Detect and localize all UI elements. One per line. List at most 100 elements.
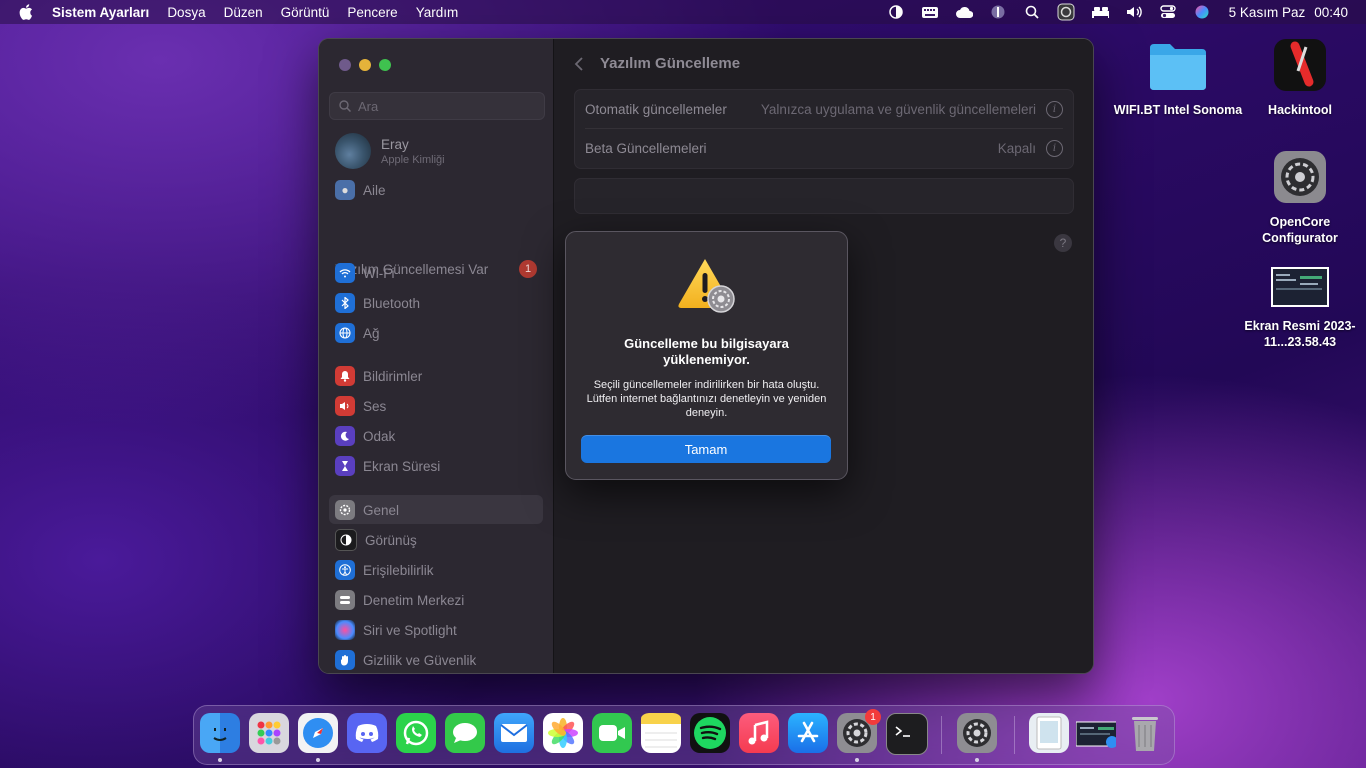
menu-view[interactable]: Görüntü: [281, 5, 330, 20]
control-center-icon[interactable]: [1159, 5, 1177, 19]
sidebar-item-sound[interactable]: Ses: [335, 395, 386, 417]
dock-safari-icon[interactable]: [298, 713, 338, 753]
vpn-icon[interactable]: [989, 5, 1007, 19]
dock-screenshot-file-icon[interactable]: [1076, 713, 1116, 753]
page-title: Yazılım Güncelleme: [600, 55, 741, 72]
network-globe-icon: [335, 323, 355, 343]
sidebar-item-bluetooth[interactable]: Bluetooth: [335, 292, 420, 314]
back-chevron-icon[interactable]: [574, 56, 584, 72]
dock-whatsapp-icon[interactable]: [396, 713, 436, 753]
help-button[interactable]: ?: [1054, 234, 1072, 252]
sidebar-item-label: Odak: [363, 428, 396, 444]
volume-icon[interactable]: [1125, 5, 1143, 19]
menu-window[interactable]: Pencere: [347, 5, 397, 20]
apple-menu-icon[interactable]: [18, 4, 34, 20]
desktop-folder-wifi-bt[interactable]: WIFI.BT Intel Sonoma: [1113, 38, 1243, 118]
dialog-title: Güncelleme bu bilgisayara yüklenemiyor.: [624, 336, 789, 367]
spotlight-search-icon[interactable]: [1023, 5, 1041, 19]
sidebar-item-family[interactable]: ● Aile: [335, 179, 386, 201]
maximize-button[interactable]: [379, 59, 391, 71]
hand-icon: [335, 650, 355, 670]
desktop-file-screenshot[interactable]: Ekran Resmi 2023-11...23.58.43: [1235, 266, 1365, 350]
ok-button[interactable]: Tamam: [581, 435, 831, 463]
sidebar-item-label: Siri ve Spotlight: [363, 622, 457, 638]
profile-name: Eray: [381, 136, 409, 152]
dialog-message: Seçili güncellemeler indirilirken bir ha…: [586, 379, 827, 419]
dock-trash-icon[interactable]: [1125, 713, 1165, 753]
sidebar-item-focus[interactable]: Odak: [335, 425, 395, 447]
menu-app-name[interactable]: Sistem Ayarları: [52, 5, 149, 20]
sidebar-item-label: Erişilebilirlik: [363, 562, 434, 578]
dock-separator: [1014, 716, 1015, 754]
menu-edit[interactable]: Düzen: [224, 5, 263, 20]
dock-mail-icon[interactable]: [494, 713, 534, 753]
sidebar-item-privacy-security[interactable]: Gizlilik ve Güvenlik: [335, 649, 476, 671]
dock-preview-document-icon[interactable]: [1029, 713, 1069, 753]
dock-facetime-icon[interactable]: [592, 713, 632, 753]
sidebar-item-label: Ağ: [363, 325, 380, 341]
update-error-dialog: Güncelleme bu bilgisayara yüklenemiyor. …: [565, 231, 848, 480]
menu-help[interactable]: Yardım: [416, 5, 459, 20]
sidebar-item-notifications[interactable]: Bildirimler: [335, 365, 422, 387]
moon-icon: [335, 426, 355, 446]
dock-launchpad-icon[interactable]: [249, 713, 289, 753]
dock-finder-icon[interactable]: [200, 713, 240, 753]
dock-discord-icon[interactable]: [347, 713, 387, 753]
sidebar-item-accessibility[interactable]: Erişilebilirlik: [335, 559, 434, 581]
info-icon[interactable]: i: [1046, 139, 1063, 157]
menu-file[interactable]: Dosya: [167, 5, 205, 20]
sidebar-item-general[interactable]: Genel: [335, 499, 399, 521]
opencore-menu-icon[interactable]: [1057, 3, 1075, 21]
search-field[interactable]: Ara: [329, 92, 545, 120]
sidebar-item-network[interactable]: Ağ: [335, 322, 380, 344]
dock-messages-icon[interactable]: [445, 713, 485, 753]
search-icon: [339, 100, 351, 112]
desktop-app-opencore[interactable]: OpenCore Configurator: [1235, 150, 1365, 246]
setting-label: Otomatik güncellemeler: [585, 101, 727, 117]
bed-icon[interactable]: [1091, 5, 1109, 19]
dock-app-store-icon[interactable]: [788, 713, 828, 753]
siri-icon[interactable]: [1193, 5, 1211, 19]
sidebar-item-label: Aile: [363, 182, 386, 198]
screenshot-file-icon: [1235, 266, 1365, 312]
hackintool-icon: [1235, 38, 1365, 96]
accessibility-icon: [335, 560, 355, 580]
display-mode-icon[interactable]: [887, 5, 905, 19]
dock-notes-icon[interactable]: [641, 713, 681, 753]
menu-time[interactable]: 00:40: [1314, 5, 1348, 20]
close-button[interactable]: [339, 59, 351, 71]
sidebar-item-control-center[interactable]: Denetim Merkezi: [335, 589, 464, 611]
running-indicator: [975, 758, 979, 762]
dock-photos-icon[interactable]: [543, 713, 583, 753]
desktop-icon-label: OpenCore Configurator: [1262, 215, 1338, 245]
cloud-icon[interactable]: [955, 5, 973, 19]
sidebar-item-screen-time[interactable]: Ekran Süresi: [335, 455, 440, 477]
keyboard-icon[interactable]: [921, 5, 939, 19]
dock-music-icon[interactable]: [739, 713, 779, 753]
bluetooth-icon: [335, 293, 355, 313]
dock-separator: [941, 716, 942, 754]
automatic-updates-row: Otomatik güncellemeler Yalnızca uygulama…: [585, 90, 1063, 128]
update-count-badge: 1: [519, 260, 537, 278]
desktop-icon-label: WIFI.BT Intel Sonoma: [1113, 103, 1243, 117]
sidebar-item-label: Ses: [363, 398, 387, 414]
dock-opencore-configurator-icon[interactable]: [957, 713, 997, 753]
sidebar-item-siri-spotlight[interactable]: Siri ve Spotlight: [335, 619, 457, 641]
menu-date[interactable]: 5 Kasım Paz: [1229, 5, 1306, 20]
apple-id-profile[interactable]: Eray Apple Kimliği: [335, 133, 445, 169]
desktop-app-hackintool[interactable]: Hackintool: [1235, 38, 1365, 118]
dock-spotify-icon[interactable]: [690, 713, 730, 753]
running-indicator: [316, 758, 320, 762]
sidebar-item-appearance[interactable]: Görünüş: [335, 529, 417, 551]
sidebar-item-label: Görünüş: [365, 532, 417, 548]
sidebar-item-wifi[interactable]: Wi-Fi: [335, 262, 394, 284]
beta-updates-row: Beta Güncellemeleri Kapalı i: [585, 129, 1063, 167]
avatar: [335, 133, 371, 169]
sidebar-item-label: Genel: [363, 502, 400, 518]
info-icon[interactable]: i: [1046, 100, 1063, 118]
update-settings-group: Otomatik güncellemeler Yalnızca uygulama…: [574, 89, 1074, 169]
dock-terminal-icon[interactable]: [886, 713, 928, 755]
sidebar-item-label: Gizlilik ve Güvenlik: [363, 652, 477, 668]
minimize-button[interactable]: [359, 59, 371, 71]
sidebar-item-label: Ekran Süresi: [363, 458, 441, 474]
